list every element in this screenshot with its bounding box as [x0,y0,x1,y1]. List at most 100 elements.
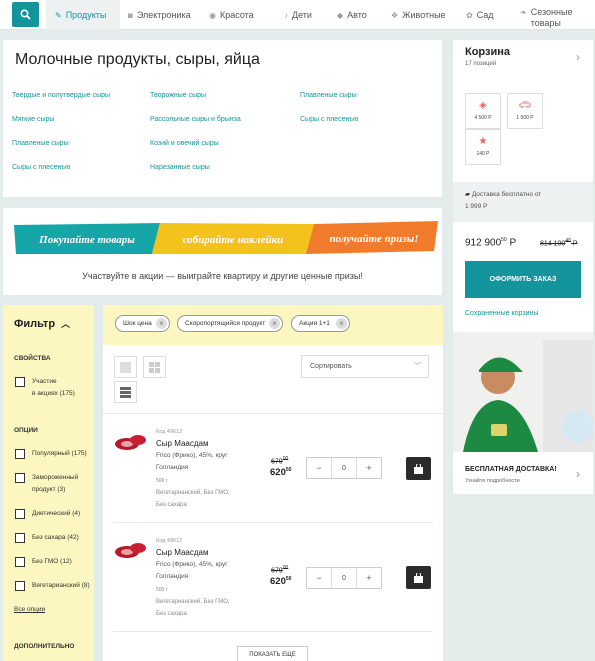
filter-checkbox[interactable] [15,473,25,483]
basket-tile[interactable]: ◈ 4 500 Р [465,93,501,129]
search-button[interactable] [12,2,39,27]
filter-chip[interactable]: Скоропортящийся продукт × [177,315,283,332]
category-link[interactable]: Плавленые сыры [12,140,69,147]
category-link[interactable]: Рассольные сыры и брынза [150,116,241,123]
checkout-button[interactable]: ОФОРМИТЬ ЗАКАЗ [465,261,581,298]
category-link[interactable]: Творожные сыры [150,92,206,99]
plus-button[interactable]: + [357,568,381,588]
bag-icon [414,572,423,583]
filter-checkbox[interactable] [15,557,25,567]
filter-checkbox[interactable] [15,509,25,519]
camera-icon: ◙ [128,10,133,20]
view-grid-button[interactable] [143,356,166,378]
nav-item-electronics[interactable]: ◙ Электроника [128,0,191,30]
category-link[interactable]: Твердые и полутвердые сыры [12,92,110,99]
filter-option-label: Популярный (175) [32,450,87,457]
filter-checkbox[interactable] [15,377,25,387]
product-image[interactable] [113,540,147,560]
grid-view-icon [149,361,160,373]
product-tags: Вегетарианский, Без ГМО, Без сахара [156,490,230,508]
category-link[interactable]: Сыры с плесенью [300,116,358,123]
price: 62050 [270,576,292,588]
flower-icon: ✿ [466,10,473,20]
nav-item-seasonal[interactable]: ❧ Сезонные товары [520,0,572,30]
filter-checkbox[interactable] [15,449,25,459]
filter-option-label: Без сахара (42) [32,534,79,541]
all-options-link[interactable]: Все опции [14,606,45,613]
product-desc: Frico (Фрико), 45%, круг Голландия [156,452,228,471]
nav-item-animals[interactable]: ❖ Животные [391,0,446,30]
chevron-right-icon[interactable]: › [576,50,580,64]
nav-item-beauty[interactable]: ◉ Красота [209,0,254,30]
product-image[interactable] [113,432,147,452]
rows-view-icon [120,386,131,398]
product-tags: Вегетарианский, Без ГМО, Без сахара [156,599,230,617]
free-delivery-subtitle[interactable]: Узнайте подробности [465,478,520,484]
filter-option-label: Без ГМО (12) [32,558,72,565]
bag-icon [414,463,423,474]
filter-option-label: Участие в акциях (175) [32,378,75,397]
view-rows-button[interactable] [114,381,137,403]
filter-chip[interactable]: Акция 1+1 × [291,315,350,332]
product-name[interactable]: Сыр Маасдам [156,548,208,557]
quantity-stepper[interactable]: − 0 + [306,457,382,479]
basket-tile[interactable]: ★ 140 Р [465,129,501,165]
minus-button[interactable]: − [307,568,331,588]
close-icon[interactable]: × [269,318,280,329]
chevron-down-icon: ﹀ [414,363,421,370]
add-to-cart-button[interactable] [406,566,431,589]
add-to-cart-button[interactable] [406,457,431,480]
product-weight: 500 г [156,587,168,593]
filter-option-label: Диетический (4) [32,510,81,517]
car-icon: 🚗︎ [518,100,532,111]
promo-text-3: получайте призы! [329,233,418,245]
plus-button[interactable]: + [357,458,381,478]
close-icon[interactable]: × [336,318,347,329]
chevron-right-icon[interactable]: › [576,467,580,481]
list-view-icon [120,361,131,373]
truck-icon: ▰ [465,191,470,198]
filter-checkbox[interactable] [15,533,25,543]
category-link[interactable]: Нарезанные сыры [150,164,210,171]
quantity-stepper[interactable]: − 0 + [306,567,382,589]
view-list-button[interactable] [114,356,137,378]
product-code: Код 49612 [156,429,183,435]
free-delivery-title: БЕСПЛАТНАЯ ДОСТАВКА! [465,466,557,473]
category-link[interactable]: Козий и овечий сыры [150,140,219,147]
promo-banner[interactable]: Покупайте товары собирайте наклейки полу… [14,221,438,256]
product-code: Код 49612 [156,538,183,544]
filter-option-label: Замороженный продукт (3) [32,474,79,493]
filter-checkbox[interactable] [15,581,25,591]
show-more-button[interactable]: ПОКАЗАТЬ ЕЩЕ [237,646,308,661]
category-link[interactable]: Плавленые сыры [300,92,357,99]
sort-select[interactable]: Сортировать ﹀ [301,355,429,378]
saved-baskets-link[interactable]: Сохраненные корзины [465,310,538,317]
rattle-icon: ♪ [284,10,288,20]
nav-item-kids[interactable]: ♪ Дети [284,0,312,30]
nav-item-garden[interactable]: ✿ Сад [466,0,494,30]
filter-section-heading: ДОПОЛНИТЕЛЬНО [14,643,75,650]
filter-chip[interactable]: Шок цена × [115,315,170,332]
tag-icon: ◈ [479,100,487,111]
beauty-icon: ◉ [209,10,216,20]
category-link[interactable]: Сыры с плесенью [12,164,70,171]
leaf-icon: ❧ [520,8,527,17]
quantity-value[interactable]: 0 [331,568,357,588]
category-link[interactable]: Мягкие сыры [12,116,54,123]
close-icon[interactable]: × [156,318,167,329]
divider [113,631,433,632]
minus-button[interactable]: − [307,458,331,478]
nav-item-auto[interactable]: ◆ Авто [337,0,367,30]
delivery-text: ▰ Доставка бесплатно от 1 999 Р [465,191,542,210]
basket-tile[interactable]: 🚗︎ 1 500 Р [507,93,543,129]
quantity-value[interactable]: 0 [331,458,357,478]
page-title: Молочные продукты, сыры, яйца [15,51,260,68]
basket-title[interactable]: Корзина [465,46,510,58]
product-weight: 500 г [156,478,168,484]
product-name[interactable]: Сыр Маасдам [156,439,208,448]
nav-item-products[interactable]: ✎ Продукты [46,0,120,30]
filter-toggle[interactable]: Фильтр ︿ [14,317,70,330]
car-icon: ◆ [337,10,344,20]
filter-section-heading: ОПЦИИ [14,427,38,434]
courier-image [453,332,593,452]
